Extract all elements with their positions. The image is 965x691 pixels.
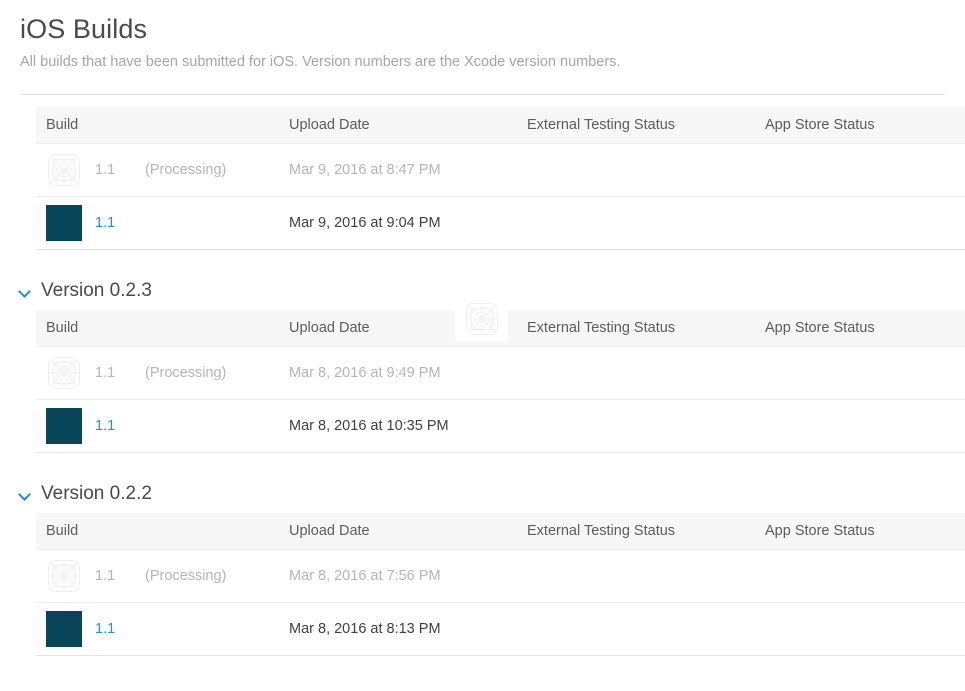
build-number: 1.1 — [95, 568, 116, 584]
build-number: 1.1 — [95, 365, 116, 381]
column-header-app-store-status[interactable]: App Store Status — [765, 310, 965, 347]
app-icon-solid — [46, 205, 82, 241]
app-icon-placeholder — [46, 152, 82, 188]
table-row[interactable]: 1.1 (Processing) Mar 8, 2016 at 7:56 PM — [36, 549, 965, 603]
version-group: Version 0.2.2 Build Upload Date External Te… — [0, 475, 965, 678]
version-group: Version 0.2.3 Build Upload Date External Te… — [0, 272, 965, 475]
app-icon-placeholder — [46, 558, 82, 594]
cell-app-store-status — [765, 346, 965, 400]
cell-upload-date: Mar 8, 2016 at 7:56 PM — [289, 549, 527, 603]
app-icon-solid — [46, 611, 82, 647]
build-processing-note: (Processing) — [145, 162, 227, 178]
cell-external-testing-status — [527, 549, 765, 603]
version-groups-container: Build Upload Date External Testing Status A… — [0, 95, 965, 678]
build-number: 1.1 — [95, 162, 116, 178]
cell-external-testing-status — [527, 196, 765, 250]
column-header-external-testing-status[interactable]: External Testing Status — [527, 107, 765, 144]
table-header-row: Build Upload Date External Testing Status A… — [36, 310, 965, 347]
cell-external-testing-status — [527, 346, 765, 400]
build-processing-note: (Processing) — [145, 365, 227, 381]
version-heading[interactable]: Version 0.2.3 — [0, 272, 965, 310]
cell-app-store-status — [765, 602, 965, 656]
page-subtitle: All builds that have been submitted for … — [20, 54, 621, 70]
table-header-row: Build Upload Date External Testing Status A… — [36, 107, 965, 144]
cell-upload-date: Mar 8, 2016 at 10:35 PM — [289, 399, 527, 453]
page-header: iOS Builds All builds that have been sub… — [0, 0, 965, 72]
column-header-build[interactable]: Build — [36, 107, 289, 144]
cell-external-testing-status — [527, 399, 765, 453]
version-group: Build Upload Date External Testing Status A… — [0, 95, 965, 272]
cell-build: 1.1 — [36, 602, 289, 656]
table-row[interactable]: 1.1 Mar 9, 2016 at 9:04 PM — [36, 196, 965, 250]
chevron-down-icon[interactable] — [18, 487, 32, 501]
column-header-build[interactable]: Build — [36, 310, 289, 347]
builds-table: Build Upload Date External Testing Status A… — [36, 310, 965, 453]
version-heading[interactable]: Version 0.2.2 — [0, 475, 965, 513]
column-header-app-store-status[interactable]: App Store Status — [765, 107, 965, 144]
page-title: iOS Builds — [20, 14, 148, 44]
builds-table: Build Upload Date External Testing Status A… — [36, 513, 965, 656]
cell-external-testing-status — [527, 602, 765, 656]
build-number[interactable]: 1.1 — [95, 621, 131, 637]
table-header-row: Build Upload Date External Testing Status A… — [36, 513, 965, 550]
table-row[interactable]: 1.1 Mar 8, 2016 at 10:35 PM — [36, 399, 965, 453]
app-icon-placeholder — [46, 355, 82, 391]
cell-build: 1.1 (Processing) — [36, 549, 289, 603]
cell-app-store-status — [765, 143, 965, 197]
build-processing-note: (Processing) — [145, 568, 227, 584]
build-number[interactable]: 1.1 — [95, 215, 131, 231]
ios-builds-page: iOS Builds All builds that have been sub… — [0, 0, 965, 691]
column-header-app-store-status[interactable]: App Store Status — [765, 513, 965, 550]
table-row[interactable]: 1.1 (Processing) Mar 8, 2016 at 9:49 PM — [36, 346, 965, 400]
version-label: Version 0.2.3 — [41, 280, 152, 301]
column-header-upload-date[interactable]: Upload Date — [289, 513, 527, 550]
table-row[interactable]: 1.1 Mar 8, 2016 at 8:13 PM — [36, 602, 965, 656]
cell-upload-date: Mar 8, 2016 at 8:13 PM — [289, 602, 527, 656]
column-header-upload-date[interactable]: Upload Date — [289, 107, 527, 144]
table-row[interactable]: 1.1 (Processing) Mar 9, 2016 at 8:47 PM — [36, 143, 965, 197]
build-number[interactable]: 1.1 — [95, 418, 131, 434]
cell-build: 1.1 — [36, 399, 289, 453]
cell-upload-date: Mar 8, 2016 at 9:49 PM — [289, 346, 527, 400]
cell-app-store-status — [765, 196, 965, 250]
column-header-external-testing-status[interactable]: External Testing Status — [527, 310, 765, 347]
cell-build: 1.1 (Processing) — [36, 346, 289, 400]
cell-app-store-status — [765, 399, 965, 453]
cell-app-store-status — [765, 549, 965, 603]
chevron-down-icon[interactable] — [18, 284, 32, 298]
cell-build: 1.1 — [36, 196, 289, 250]
column-header-build[interactable]: Build — [36, 513, 289, 550]
column-header-upload-date[interactable]: Upload Date — [289, 310, 527, 347]
builds-table: Build Upload Date External Testing Status A… — [36, 107, 965, 250]
cell-upload-date: Mar 9, 2016 at 8:47 PM — [289, 143, 527, 197]
cell-external-testing-status — [527, 143, 765, 197]
version-label: Version 0.2.2 — [41, 483, 152, 504]
cell-build: 1.1 (Processing) — [36, 143, 289, 197]
cell-upload-date: Mar 9, 2016 at 9:04 PM — [289, 196, 527, 250]
app-icon-solid — [46, 408, 82, 444]
column-header-external-testing-status[interactable]: External Testing Status — [527, 513, 765, 550]
